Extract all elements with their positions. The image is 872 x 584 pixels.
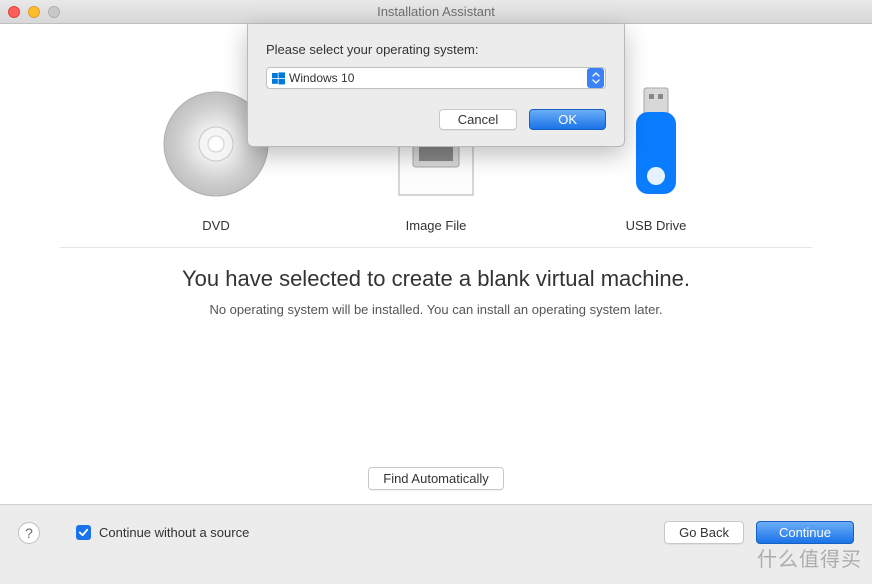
os-select-dropdown[interactable]: Windows 10 — [266, 67, 606, 89]
main-message: You have selected to create a blank virt… — [40, 266, 832, 292]
image-file-label: Image File — [406, 218, 467, 233]
os-select-value: Windows 10 — [289, 71, 587, 85]
sub-message: No operating system will be installed. Y… — [40, 302, 832, 317]
traffic-lights — [8, 6, 60, 18]
dvd-label: DVD — [202, 218, 229, 233]
maximize-window-button — [48, 6, 60, 18]
footer-buttons: Go Back Continue — [664, 521, 854, 544]
footer: ? Continue without a source Go Back Cont… — [0, 504, 872, 560]
sheet-prompt: Please select your operating system: — [266, 42, 606, 57]
windows-icon — [271, 71, 285, 85]
continue-without-source-checkbox[interactable]: Continue without a source — [76, 525, 249, 540]
message-area: You have selected to create a blank virt… — [0, 248, 872, 317]
help-icon[interactable]: ? — [18, 522, 40, 544]
cancel-button[interactable]: Cancel — [439, 109, 517, 130]
continue-button[interactable]: Continue — [756, 521, 854, 544]
minimize-window-button[interactable] — [28, 6, 40, 18]
go-back-button[interactable]: Go Back — [664, 521, 744, 544]
titlebar: Installation Assistant — [0, 0, 872, 24]
sheet-buttons: Cancel OK — [266, 109, 606, 130]
os-select-sheet: Please select your operating system: Win… — [247, 24, 625, 147]
window-title: Installation Assistant — [8, 4, 864, 19]
usb-drive-label: USB Drive — [626, 218, 687, 233]
chevron-up-down-icon — [587, 68, 604, 88]
close-window-button[interactable] — [8, 6, 20, 18]
checkbox-checked-icon — [76, 525, 91, 540]
ok-button[interactable]: OK — [529, 109, 606, 130]
continue-without-source-label: Continue without a source — [99, 525, 249, 540]
find-automatically-button[interactable]: Find Automatically — [368, 467, 504, 490]
